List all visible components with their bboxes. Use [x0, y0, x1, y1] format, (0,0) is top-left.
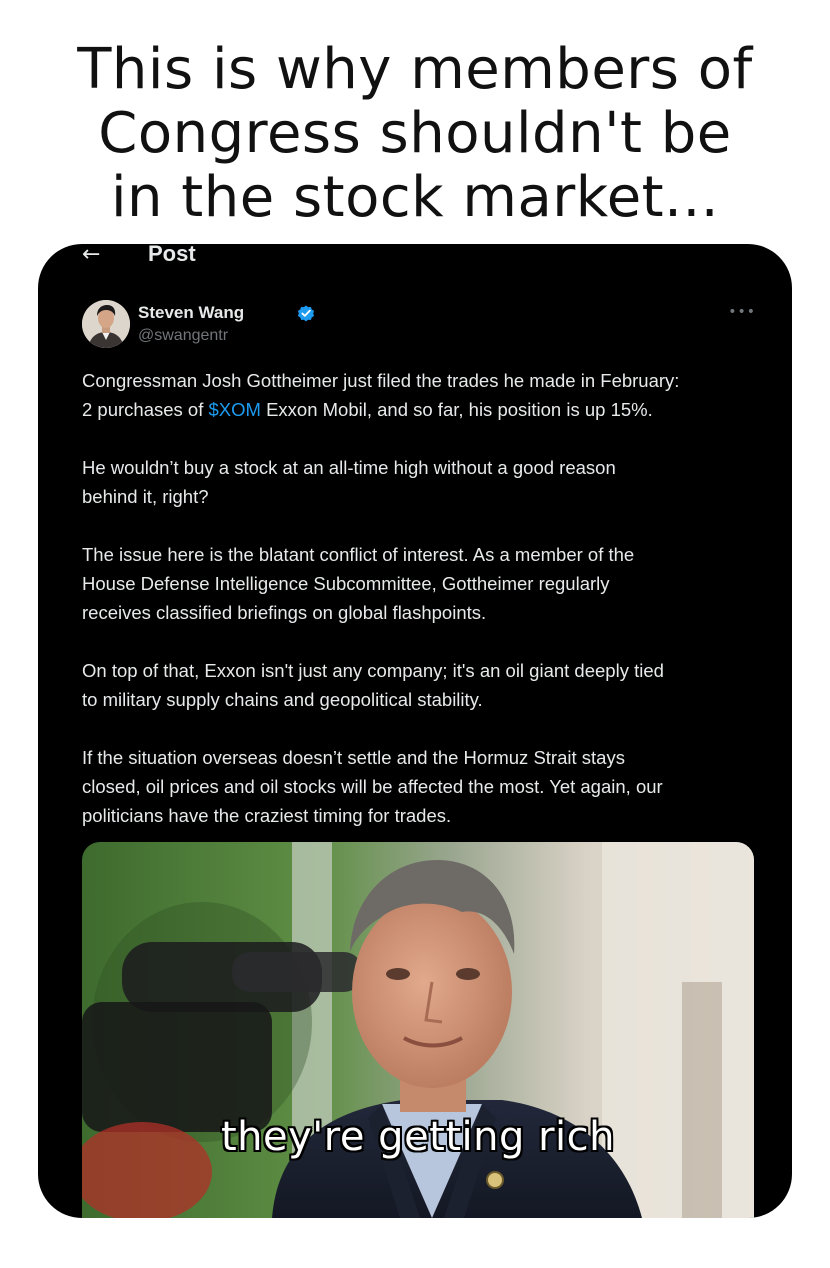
tweet-paragraph: Congressman Josh Gottheimer just filed t… [82, 366, 758, 424]
tweet-paragraph: On top of that, Exxon isn't just any com… [82, 656, 758, 714]
tweet-paragraph: He wouldn’t buy a stock at an all-time h… [82, 453, 758, 511]
tweet-line: House Defense Intelligence Subcommittee,… [82, 573, 610, 594]
tweet-line: 2 purchases of [82, 399, 209, 420]
tweet-line: He wouldn’t buy a stock at an all-time h… [82, 457, 616, 478]
tweet-line: politicians have the craziest timing for… [82, 805, 452, 826]
tweet-line: behind it, right? [82, 486, 209, 507]
tweet-paragraph: If the situation overseas doesn’t settle… [82, 743, 758, 830]
cashtag-link[interactable]: $XOM [209, 399, 261, 420]
avatar[interactable] [82, 300, 130, 348]
tweet-line: Congressman Josh Gottheimer just filed t… [82, 370, 680, 391]
image-caption: they're getting rich [220, 1114, 616, 1160]
top-bar: ← Post [38, 244, 792, 274]
tweet-line: closed, oil prices and oil stocks will b… [82, 776, 663, 797]
author-handle[interactable]: @swangentr [138, 326, 228, 346]
post-author: Steven Wang @swangentr ••• [82, 300, 755, 350]
photo-of-man [82, 842, 754, 1218]
avatar-image [82, 300, 130, 348]
verified-badge-icon [298, 305, 314, 322]
more-horizontal-icon[interactable]: ••• [728, 304, 756, 320]
post-screen: ← Post Steven Wang @swangentr ••• Congre… [38, 244, 792, 1218]
tweet-line: The issue here is the blatant conflict o… [82, 544, 635, 565]
author-name[interactable]: Steven Wang [138, 303, 244, 323]
page-title: Post [148, 244, 196, 266]
meme-caption: This is why members of Congress shouldn'… [0, 38, 830, 230]
meme-caption-line-3: in the stock market... [110, 165, 720, 230]
tweet-paragraph: The issue here is the blatant conflict o… [82, 540, 758, 627]
tweet-text: Congressman Josh Gottheimer just filed t… [82, 366, 758, 859]
tweet-media-image[interactable]: they're getting rich [82, 842, 754, 1218]
meme-caption-line-2: Congress shouldn't be [98, 101, 732, 166]
meme-caption-line-1: This is why members of [77, 37, 753, 102]
arrow-left-icon[interactable]: ← [82, 244, 100, 266]
tweet-line: On top of that, Exxon isn't just any com… [82, 660, 664, 681]
tweet-line: receives classified briefings on global … [82, 602, 487, 623]
tweet-line: If the situation overseas doesn’t settle… [82, 747, 625, 768]
tweet-line: Exxon Mobil, and so far, his position is… [260, 399, 653, 420]
tweet-line: to military supply chains and geopolitic… [82, 689, 483, 710]
